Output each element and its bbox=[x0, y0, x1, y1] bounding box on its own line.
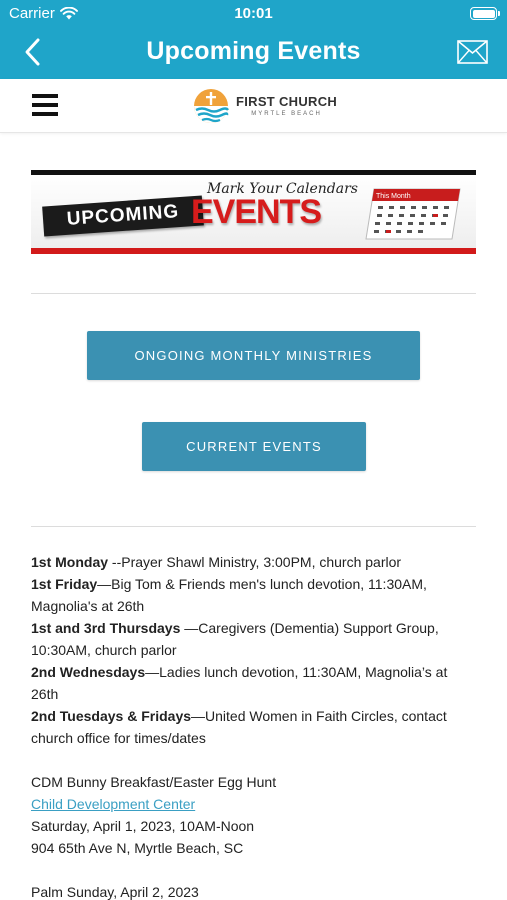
app-top-bar: Carrier 10:01 Upcoming Events bbox=[0, 0, 507, 79]
logo-subtitle: MYRTLE BEACH bbox=[251, 111, 322, 117]
ministry-entry: 1st Friday—Big Tom & Friends men's lunch… bbox=[31, 573, 477, 617]
event-address: 904 65th Ave N, Myrtle Beach, SC bbox=[31, 840, 244, 856]
divider bbox=[31, 526, 476, 527]
event-title: CDM Bunny Breakfast/Easter Egg Hunt bbox=[31, 774, 277, 790]
child-development-center-link[interactable]: Child Development Center bbox=[31, 796, 195, 812]
ministry-entry: 1st Monday --Prayer Shawl Ministry, 3:00… bbox=[31, 551, 477, 573]
page-title: Upcoming Events bbox=[146, 37, 361, 65]
current-events-button[interactable]: CURRENT EVENTS bbox=[142, 422, 366, 471]
event-date: Saturday, April 1, 2023, 10AM-Noon bbox=[31, 818, 255, 834]
banner-events-word: EVENTS bbox=[191, 193, 322, 231]
ministry-day: 1st Friday bbox=[31, 576, 98, 592]
next-event-title: Palm Sunday, April 2, 2023 bbox=[31, 884, 199, 900]
ministry-day: 2nd Tuesdays & Fridays bbox=[31, 708, 192, 724]
ministry-day: 1st and 3rd Thursdays bbox=[31, 620, 181, 636]
battery-icon bbox=[470, 7, 500, 20]
events-content: 1st Monday --Prayer Shawl Ministry, 3:00… bbox=[31, 551, 477, 900]
ministry-day: 2nd Wednesdays bbox=[31, 664, 146, 680]
ministry-day: 1st Monday bbox=[31, 554, 109, 570]
hamburger-menu-icon[interactable] bbox=[32, 94, 58, 116]
site-header: FIRST CHURCH MYRTLE BEACH bbox=[0, 79, 507, 133]
calendar-icon: This Month bbox=[365, 188, 461, 240]
ministry-entry: 2nd Wednesdays—Ladies lunch devotion, 11… bbox=[31, 661, 477, 705]
envelope-icon[interactable] bbox=[457, 40, 488, 64]
logo-name: FIRST CHURCH bbox=[236, 94, 338, 109]
ministry-entry: 1st and 3rd Thursdays —Caregivers (Demen… bbox=[31, 617, 477, 661]
church-logo[interactable]: FIRST CHURCH MYRTLE BEACH bbox=[193, 88, 337, 124]
ongoing-ministries-button[interactable]: ONGOING MONTHLY MINISTRIES bbox=[87, 331, 420, 380]
navigation-bar: Upcoming Events bbox=[0, 28, 507, 79]
ministry-entry: 2nd Tuesdays & Fridays—United Women in F… bbox=[31, 705, 477, 749]
divider bbox=[31, 293, 476, 294]
upcoming-events-banner: Mark Your Calendars UPCOMING EVENTS This… bbox=[31, 170, 476, 254]
status-time: 10:01 bbox=[234, 5, 273, 22]
sunrise-cross-icon bbox=[194, 89, 229, 123]
status-bar: Carrier 10:01 bbox=[0, 0, 507, 28]
ministry-text: --Prayer Shawl Ministry, 3:00PM, church … bbox=[108, 554, 402, 570]
banner-badge: UPCOMING bbox=[42, 195, 204, 237]
calendar-label: This Month bbox=[376, 193, 411, 200]
